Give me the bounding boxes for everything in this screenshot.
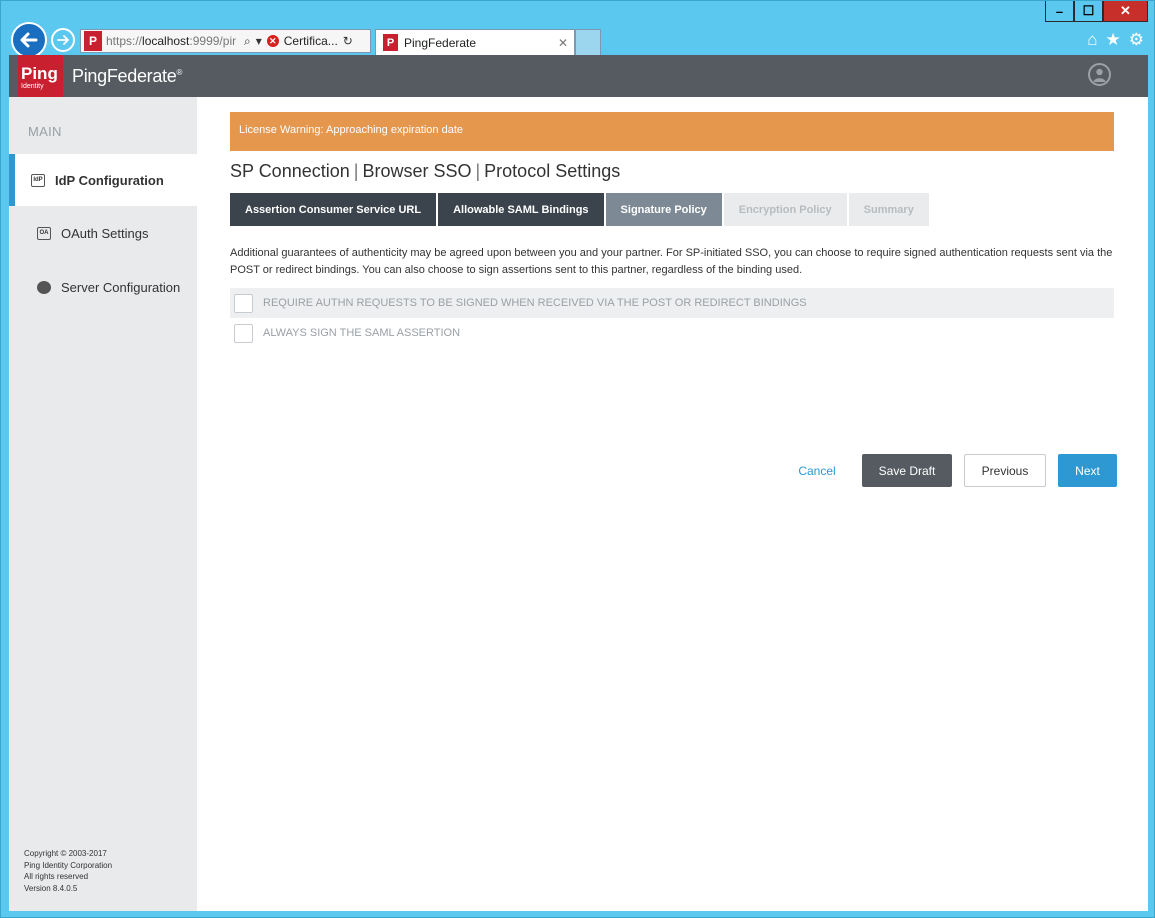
- maximize-icon[interactable]: ☐: [1074, 1, 1103, 22]
- arrow-left-icon: [20, 32, 38, 48]
- require-signed-authn-checkbox[interactable]: [234, 293, 253, 313]
- user-avatar-icon[interactable]: [1088, 63, 1111, 86]
- license-warning-banner: License Warning: Approaching expiration …: [230, 112, 1114, 151]
- server-icon: [37, 280, 51, 294]
- dropdown-icon[interactable]: ▾: [256, 34, 262, 48]
- always-sign-assertion-label[interactable]: ALWAYS SIGN THE SAML ASSERTION: [263, 327, 460, 339]
- sidebar: MAIN IdP IdP Configuration OA OAuth Sett…: [9, 97, 206, 911]
- main-panel: License Warning: Approaching expiration …: [197, 97, 1148, 911]
- copyright-line: Copyright © 2003-2017: [24, 849, 107, 858]
- ping-logo[interactable]: Ping Identity: [18, 55, 63, 99]
- idp-icon: IdP: [31, 173, 45, 187]
- app-content: Ping Identity PingFederate® MAIN IdP IdP…: [9, 55, 1148, 911]
- previous-button[interactable]: Previous: [964, 454, 1046, 487]
- breadcrumb-sp-connection: SP Connection: [230, 161, 350, 181]
- breadcrumb-separator: |: [353, 161, 359, 181]
- sidebar-item-idp-configuration[interactable]: IdP IdP Configuration: [9, 154, 206, 206]
- minimize-icon[interactable]: –: [1045, 1, 1074, 22]
- tab-allowable-saml-bindings[interactable]: Allowable SAML Bindings: [438, 193, 604, 226]
- breadcrumb-browser-sso: Browser SSO: [362, 161, 472, 181]
- forward-button[interactable]: [51, 28, 75, 52]
- app-header: Ping Identity PingFederate®: [9, 55, 1148, 99]
- address-icons: ⌕ ▾ ✕ Certifica... ↻: [244, 34, 353, 49]
- option-always-sign-assertion: ALWAYS SIGN THE SAML ASSERTION: [230, 318, 1114, 348]
- sidebar-item-oauth-settings[interactable]: OA OAuth Settings: [9, 207, 197, 259]
- refresh-icon[interactable]: ↻: [343, 34, 353, 48]
- url-prefix: https://: [106, 34, 143, 48]
- search-icon[interactable]: ⌕: [244, 34, 251, 49]
- logo-text: Ping: [21, 64, 58, 83]
- new-tab-button[interactable]: [575, 29, 601, 55]
- url-rest: :9999/pir: [189, 34, 237, 48]
- breadcrumb-protocol-settings: Protocol Settings: [484, 161, 621, 181]
- arrow-right-icon: [57, 35, 70, 45]
- policy-description: Additional guarantees of authenticity ma…: [230, 247, 1113, 276]
- settings-gear-icon[interactable]: ⚙: [1129, 30, 1144, 50]
- next-button[interactable]: Next: [1058, 454, 1117, 487]
- sidebar-item-label: OAuth Settings: [61, 225, 149, 241]
- browser-toolbar: ⌂ ★ ⚙: [1087, 30, 1144, 50]
- certificate-error-label[interactable]: Certifica...: [284, 34, 338, 48]
- company-line: Ping Identity Corporation: [24, 860, 113, 870]
- browser-window: – ☐ ✕ P https://localhost:9999/pir ⌕ ▾ ✕…: [0, 0, 1155, 918]
- sidebar-footer: Copyright © 2003-2017 Ping Identity Corp…: [24, 848, 112, 894]
- browser-tab[interactable]: P PingFederate ✕: [375, 29, 575, 55]
- back-button[interactable]: [11, 22, 47, 58]
- brand-text: PingFederate: [72, 66, 177, 86]
- tab-title: PingFederate: [404, 35, 477, 50]
- url-host: localhost: [142, 34, 190, 48]
- tab-close-icon[interactable]: ✕: [558, 36, 568, 50]
- sidebar-heading: MAIN: [28, 124, 62, 139]
- brand-name: PingFederate®: [72, 66, 182, 87]
- tab-assertion-consumer-service-url[interactable]: Assertion Consumer Service URL: [230, 193, 437, 226]
- brand-mark: ®: [176, 68, 183, 77]
- logo-subtext: Identity: [21, 83, 44, 90]
- version-line: Version 8.4.0.5: [24, 883, 78, 893]
- pingfederate-favicon: P: [84, 31, 102, 51]
- always-sign-assertion-checkbox[interactable]: [234, 323, 253, 343]
- page-title: SP Connection | Browser SSO | Protocol Setti…: [230, 161, 620, 182]
- sidebar-item-label: IdP Configuration: [55, 172, 164, 188]
- window-controls: – ☐ ✕: [1045, 1, 1148, 22]
- certificate-error-icon[interactable]: ✕: [266, 35, 279, 47]
- close-icon[interactable]: ✕: [1103, 1, 1148, 22]
- address-bar[interactable]: P https://localhost:9999/pir ⌕ ▾ ✕ Certi…: [80, 29, 371, 53]
- favorites-star-icon[interactable]: ★: [1106, 30, 1121, 50]
- save-draft-button[interactable]: Save Draft: [862, 454, 952, 487]
- url-text[interactable]: https://localhost:9999/pir: [106, 34, 244, 48]
- tab-encryption-policy: Encryption Policy: [723, 193, 847, 226]
- tab-summary: Summary: [848, 193, 929, 226]
- require-signed-authn-label[interactable]: REQUIRE AUTHN REQUESTS TO BE SIGNED WHEN…: [263, 297, 807, 309]
- rights-line: All rights reserved: [24, 872, 89, 881]
- sidebar-item-label: Server Configuration: [61, 279, 181, 295]
- person-icon: [1093, 68, 1106, 82]
- sidebar-item-server-configuration[interactable]: Server Configuration: [9, 261, 197, 313]
- wizard-tabs: Assertion Consumer Service URL Allowable…: [230, 193, 929, 226]
- tab-signature-policy[interactable]: Signature Policy: [605, 193, 722, 226]
- tab-favicon: P: [383, 34, 398, 51]
- home-icon[interactable]: ⌂: [1087, 30, 1097, 50]
- cancel-button[interactable]: Cancel: [791, 454, 843, 487]
- option-require-signed-authn: REQUIRE AUTHN REQUESTS TO BE SIGNED WHEN…: [230, 288, 1114, 318]
- oauth-icon: OA: [37, 226, 51, 240]
- breadcrumb-separator: |: [475, 161, 481, 181]
